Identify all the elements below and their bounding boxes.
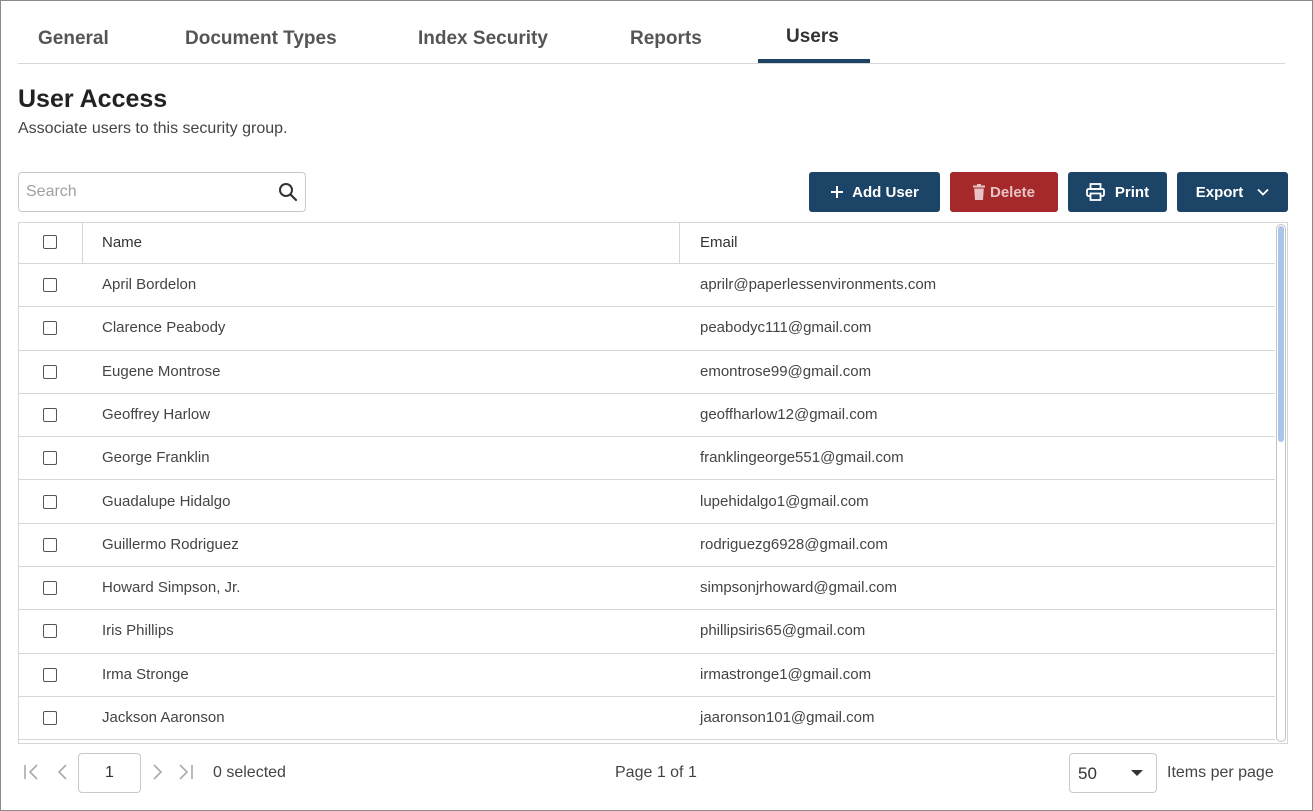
add-user-label: Add User bbox=[852, 183, 919, 201]
cell-email: jaaronson101@gmail.com bbox=[700, 709, 875, 726]
cell-name: Guadalupe Hidalgo bbox=[102, 492, 231, 510]
add-user-button[interactable]: Add User bbox=[809, 172, 940, 212]
cell-name: April Bordelon bbox=[102, 276, 197, 293]
cell-name: Geoffrey Harlow bbox=[102, 405, 211, 423]
vertical-scrollbar[interactable] bbox=[1276, 224, 1286, 742]
tab-bar: General Document Types Index Security Re… bbox=[18, 0, 1285, 64]
row-checkbox[interactable] bbox=[43, 451, 57, 466]
row-checkbox[interactable] bbox=[43, 494, 57, 509]
scrollbar-thumb[interactable] bbox=[1278, 226, 1284, 442]
cell-name: Irma Stronge bbox=[102, 665, 189, 683]
caret-down-icon bbox=[1131, 770, 1143, 776]
cell-email: rodriguezg6928@gmail.com bbox=[700, 535, 888, 553]
search-icon[interactable] bbox=[278, 182, 298, 202]
first-page-icon[interactable] bbox=[22, 762, 42, 782]
search-input[interactable] bbox=[19, 173, 269, 211]
table-row[interactable]: Irma Stronge irmastronge1@gmail.com bbox=[19, 654, 1275, 697]
column-divider bbox=[82, 223, 83, 264]
table-header: Name Email bbox=[19, 223, 1275, 264]
cell-name: Guillermo Rodriguez bbox=[102, 535, 239, 553]
row-checkbox[interactable] bbox=[43, 278, 57, 292]
chevron-down-icon bbox=[1257, 188, 1269, 196]
trash-icon bbox=[972, 184, 985, 200]
row-checkbox[interactable] bbox=[43, 667, 57, 682]
tab-users[interactable]: Users bbox=[786, 26, 839, 48]
row-checkbox[interactable] bbox=[43, 407, 57, 422]
page-info: Page 1 of 1 bbox=[615, 764, 697, 781]
cell-email: peabodyc111@gmail.com bbox=[700, 319, 872, 337]
search-box bbox=[18, 172, 306, 212]
export-label: Export bbox=[1195, 183, 1244, 201]
cell-email: lupehidalgo1@gmail.com bbox=[700, 492, 869, 510]
delete-button[interactable]: Delete bbox=[950, 172, 1058, 212]
cell-name: George Franklin bbox=[102, 449, 210, 467]
cell-name: Eugene Montrose bbox=[102, 362, 221, 380]
active-tab-indicator bbox=[758, 59, 870, 63]
tab-general[interactable]: General bbox=[38, 28, 109, 50]
table-row[interactable]: Eugene Montrose emontrose99@gmail.com bbox=[19, 351, 1275, 394]
row-checkbox[interactable] bbox=[43, 624, 57, 639]
page-title: User Access bbox=[18, 85, 168, 113]
cell-email: aprilr@paperlessenvironments.com bbox=[700, 276, 937, 293]
select-all-checkbox[interactable] bbox=[43, 235, 57, 249]
print-label: Print bbox=[1114, 183, 1150, 201]
table-row[interactable]: Iris Phillips phillipsiris65@gmail.com bbox=[19, 610, 1275, 654]
print-button[interactable]: Print bbox=[1068, 172, 1167, 212]
export-button[interactable]: Export bbox=[1177, 172, 1288, 212]
cell-name: Howard Simpson, Jr. bbox=[102, 579, 241, 597]
row-checkbox[interactable] bbox=[43, 321, 57, 336]
items-per-page-label: Items per page bbox=[1167, 764, 1274, 781]
table-row[interactable]: April Bordelon aprilr@paperlessenvironmen… bbox=[19, 264, 1275, 308]
tab-document-types[interactable]: Document Types bbox=[185, 28, 337, 50]
table-row[interactable]: Geoffrey Harlow geoffharlow12@gmail.com bbox=[19, 394, 1275, 438]
cell-email: phillipsiris65@gmail.com bbox=[700, 622, 866, 640]
page-number-input[interactable] bbox=[78, 753, 141, 793]
row-checkbox[interactable] bbox=[43, 711, 57, 725]
delete-label: Delete bbox=[989, 183, 1036, 201]
items-per-page-select[interactable]: 50 bbox=[1069, 753, 1157, 793]
next-page-icon[interactable] bbox=[147, 762, 167, 782]
table-row[interactable]: Clarence Peabody peabodyc111@gmail.com bbox=[19, 307, 1275, 351]
cell-name: Clarence Peabody bbox=[102, 319, 226, 337]
plus-icon bbox=[831, 186, 844, 198]
users-table: Name Email April Bordelon aprilr@paperles… bbox=[18, 222, 1288, 744]
table-row[interactable]: George Franklin franklingeorge551@gmail.c… bbox=[19, 437, 1275, 481]
row-checkbox[interactable] bbox=[43, 537, 57, 552]
table-row[interactable]: Jackson Aaronson jaaronson101@gmail.com bbox=[19, 697, 1275, 741]
tab-reports[interactable]: Reports bbox=[630, 28, 702, 50]
table-row[interactable]: Guadalupe Hidalgo lupehidalgo1@gmail.com bbox=[19, 481, 1275, 524]
column-divider bbox=[679, 223, 680, 264]
cell-email: irmastronge1@gmail.com bbox=[700, 665, 872, 683]
last-page-icon[interactable] bbox=[175, 762, 195, 782]
page-subtitle: Associate users to this security group. bbox=[18, 120, 288, 137]
items-per-page-value: 50 bbox=[1078, 764, 1097, 783]
cell-email: franklingeorge551@gmail.com bbox=[700, 449, 904, 467]
cell-email: geoffharlow12@gmail.com bbox=[700, 405, 878, 423]
column-header-email[interactable]: Email bbox=[700, 234, 738, 251]
prev-page-icon[interactable] bbox=[53, 762, 73, 782]
row-checkbox[interactable] bbox=[43, 581, 57, 596]
column-header-name[interactable]: Name bbox=[102, 234, 142, 251]
table-row[interactable]: Guillermo Rodriguez rodriguezg6928@gmail.… bbox=[19, 524, 1275, 568]
cell-email: emontrose99@gmail.com bbox=[700, 362, 872, 380]
cell-name: Iris Phillips bbox=[102, 622, 174, 640]
selected-count: 0 selected bbox=[213, 764, 286, 781]
cell-name: Jackson Aaronson bbox=[102, 709, 225, 726]
tab-index-security[interactable]: Index Security bbox=[418, 28, 548, 50]
row-checkbox[interactable] bbox=[43, 364, 57, 379]
cell-email: simpsonjrhoward@gmail.com bbox=[700, 579, 897, 597]
printer-icon bbox=[1086, 183, 1105, 201]
table-row[interactable]: Howard Simpson, Jr. simpsonjrhoward@gmail… bbox=[19, 567, 1275, 611]
